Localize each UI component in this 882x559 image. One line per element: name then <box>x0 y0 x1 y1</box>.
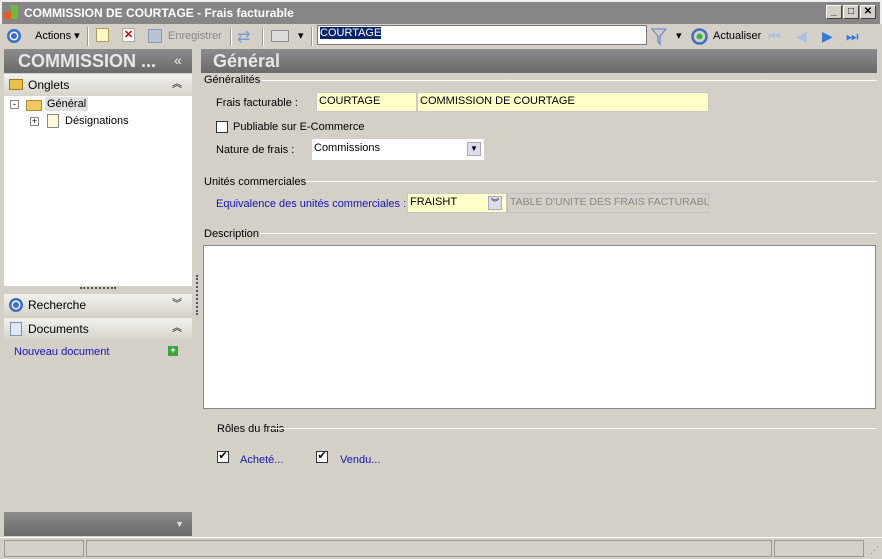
separator <box>230 27 232 46</box>
status-panel <box>86 540 772 557</box>
double-chevron-icon[interactable]: ︾ <box>488 196 502 210</box>
nature-label: Nature de frais : <box>216 144 295 156</box>
splitter-handle[interactable] <box>80 287 116 289</box>
tabs-tree: - Général + Désignations <box>4 96 192 286</box>
achete-link[interactable]: Acheté... <box>240 454 283 466</box>
minimize-button[interactable]: _ <box>826 5 842 19</box>
vertical-splitter[interactable] <box>196 275 198 315</box>
sync-icon[interactable]: ⇄ <box>237 27 250 47</box>
roles-heading: Rôles du frais <box>217 423 285 435</box>
status-panel <box>774 540 864 557</box>
search-target-icon <box>9 298 23 312</box>
separator <box>311 27 313 46</box>
new-icon[interactable] <box>96 28 109 42</box>
recherche-panel-header[interactable]: Recherche ︾ <box>4 294 192 316</box>
filter-dropdown[interactable]: ▾ <box>676 28 682 46</box>
description-textarea[interactable] <box>203 245 876 409</box>
tree-item-general[interactable]: Général <box>45 97 89 111</box>
divider <box>262 80 877 81</box>
delete-icon[interactable]: ✕ <box>122 28 135 42</box>
tree-expand-icon[interactable]: + <box>30 117 39 126</box>
unites-heading: Unités commerciales <box>204 176 307 188</box>
expand-icon[interactable]: ︾ <box>172 294 182 316</box>
frais-name-field[interactable]: COMMISSION DE COURTAGE <box>417 92 709 112</box>
sidebar-header: COMMISSION ... <box>4 49 192 73</box>
open-folder-icon <box>26 100 42 111</box>
tree-item-designations[interactable]: Désignations <box>65 115 129 127</box>
publiable-label: Publiable sur E-Commerce <box>233 121 365 133</box>
page-title: Général <box>201 49 877 73</box>
print-icon[interactable] <box>271 30 289 42</box>
maximize-button[interactable]: □ <box>843 5 859 19</box>
title-bar: COMMISSION DE COURTAGE - Frais facturabl… <box>0 0 882 24</box>
onglets-panel-header[interactable]: Onglets ︽ <box>4 74 192 96</box>
divider <box>260 233 877 234</box>
app-logo-icon <box>4 5 18 19</box>
vendu-link[interactable]: Vendu... <box>340 454 380 466</box>
description-heading: Description <box>204 228 260 240</box>
equiv-name-field: TABLE D'UNITE DES FRAIS FACTURABLES <box>507 193 709 213</box>
documents-icon <box>10 322 22 336</box>
refresh-icon[interactable] <box>691 28 708 45</box>
divider <box>305 181 877 182</box>
vendu-checkbox[interactable]: ✔ <box>316 451 328 463</box>
tree-collapse-icon[interactable]: - <box>10 100 19 109</box>
documents-panel-header[interactable]: Documents ︽ <box>4 318 192 340</box>
status-panel <box>4 540 84 557</box>
close-button[interactable]: ✕ <box>860 5 876 19</box>
previous-record-icon[interactable]: ◀ <box>796 28 807 46</box>
collapse-sidebar-button[interactable]: « <box>174 52 182 68</box>
save-button[interactable]: Enregistrer <box>168 28 222 46</box>
search-input[interactable]: COURTAGE <box>317 25 647 45</box>
document-icon <box>47 114 59 128</box>
publiable-checkbox[interactable] <box>216 121 228 133</box>
collapse-icon[interactable]: ︽ <box>172 318 182 340</box>
first-record-icon[interactable]: ⏮ <box>768 28 781 46</box>
circle-target-icon[interactable] <box>6 28 22 44</box>
achete-checkbox[interactable]: ✔ <box>217 451 229 463</box>
frais-label: Frais facturable : <box>216 97 298 109</box>
next-record-icon[interactable]: ▶ <box>822 28 833 46</box>
print-dropdown[interactable]: ▾ <box>298 28 304 46</box>
equiv-label[interactable]: Equivalence des unités commerciales : <box>216 198 406 210</box>
collapse-icon[interactable]: ︽ <box>172 74 182 96</box>
separator <box>262 27 264 46</box>
add-icon[interactable]: + <box>168 346 178 356</box>
folder-icon <box>9 79 23 90</box>
separator <box>87 27 89 46</box>
chevron-down-icon[interactable]: ▼ <box>467 142 481 156</box>
nature-select[interactable]: Commissions ▼ <box>312 139 484 160</box>
frais-code-field[interactable]: COURTAGE <box>316 92 417 112</box>
divider <box>270 428 877 429</box>
save-icon <box>148 29 162 43</box>
status-bar: ⋰ <box>0 537 882 559</box>
refresh-button[interactable]: Actualiser <box>713 28 761 46</box>
resize-grip-icon[interactable]: ⋰ <box>870 545 879 556</box>
sidebar-footer[interactable]: ▼ <box>4 512 192 536</box>
generalites-heading: Généralités <box>204 74 261 86</box>
filter-icon[interactable] <box>651 28 667 45</box>
actions-menu[interactable]: Actions ▾ <box>35 28 80 46</box>
new-document-link[interactable]: Nouveau document <box>14 346 109 358</box>
window-title: COMMISSION DE COURTAGE - Frais facturabl… <box>24 6 294 20</box>
last-record-icon[interactable]: ⏭ <box>846 28 859 46</box>
